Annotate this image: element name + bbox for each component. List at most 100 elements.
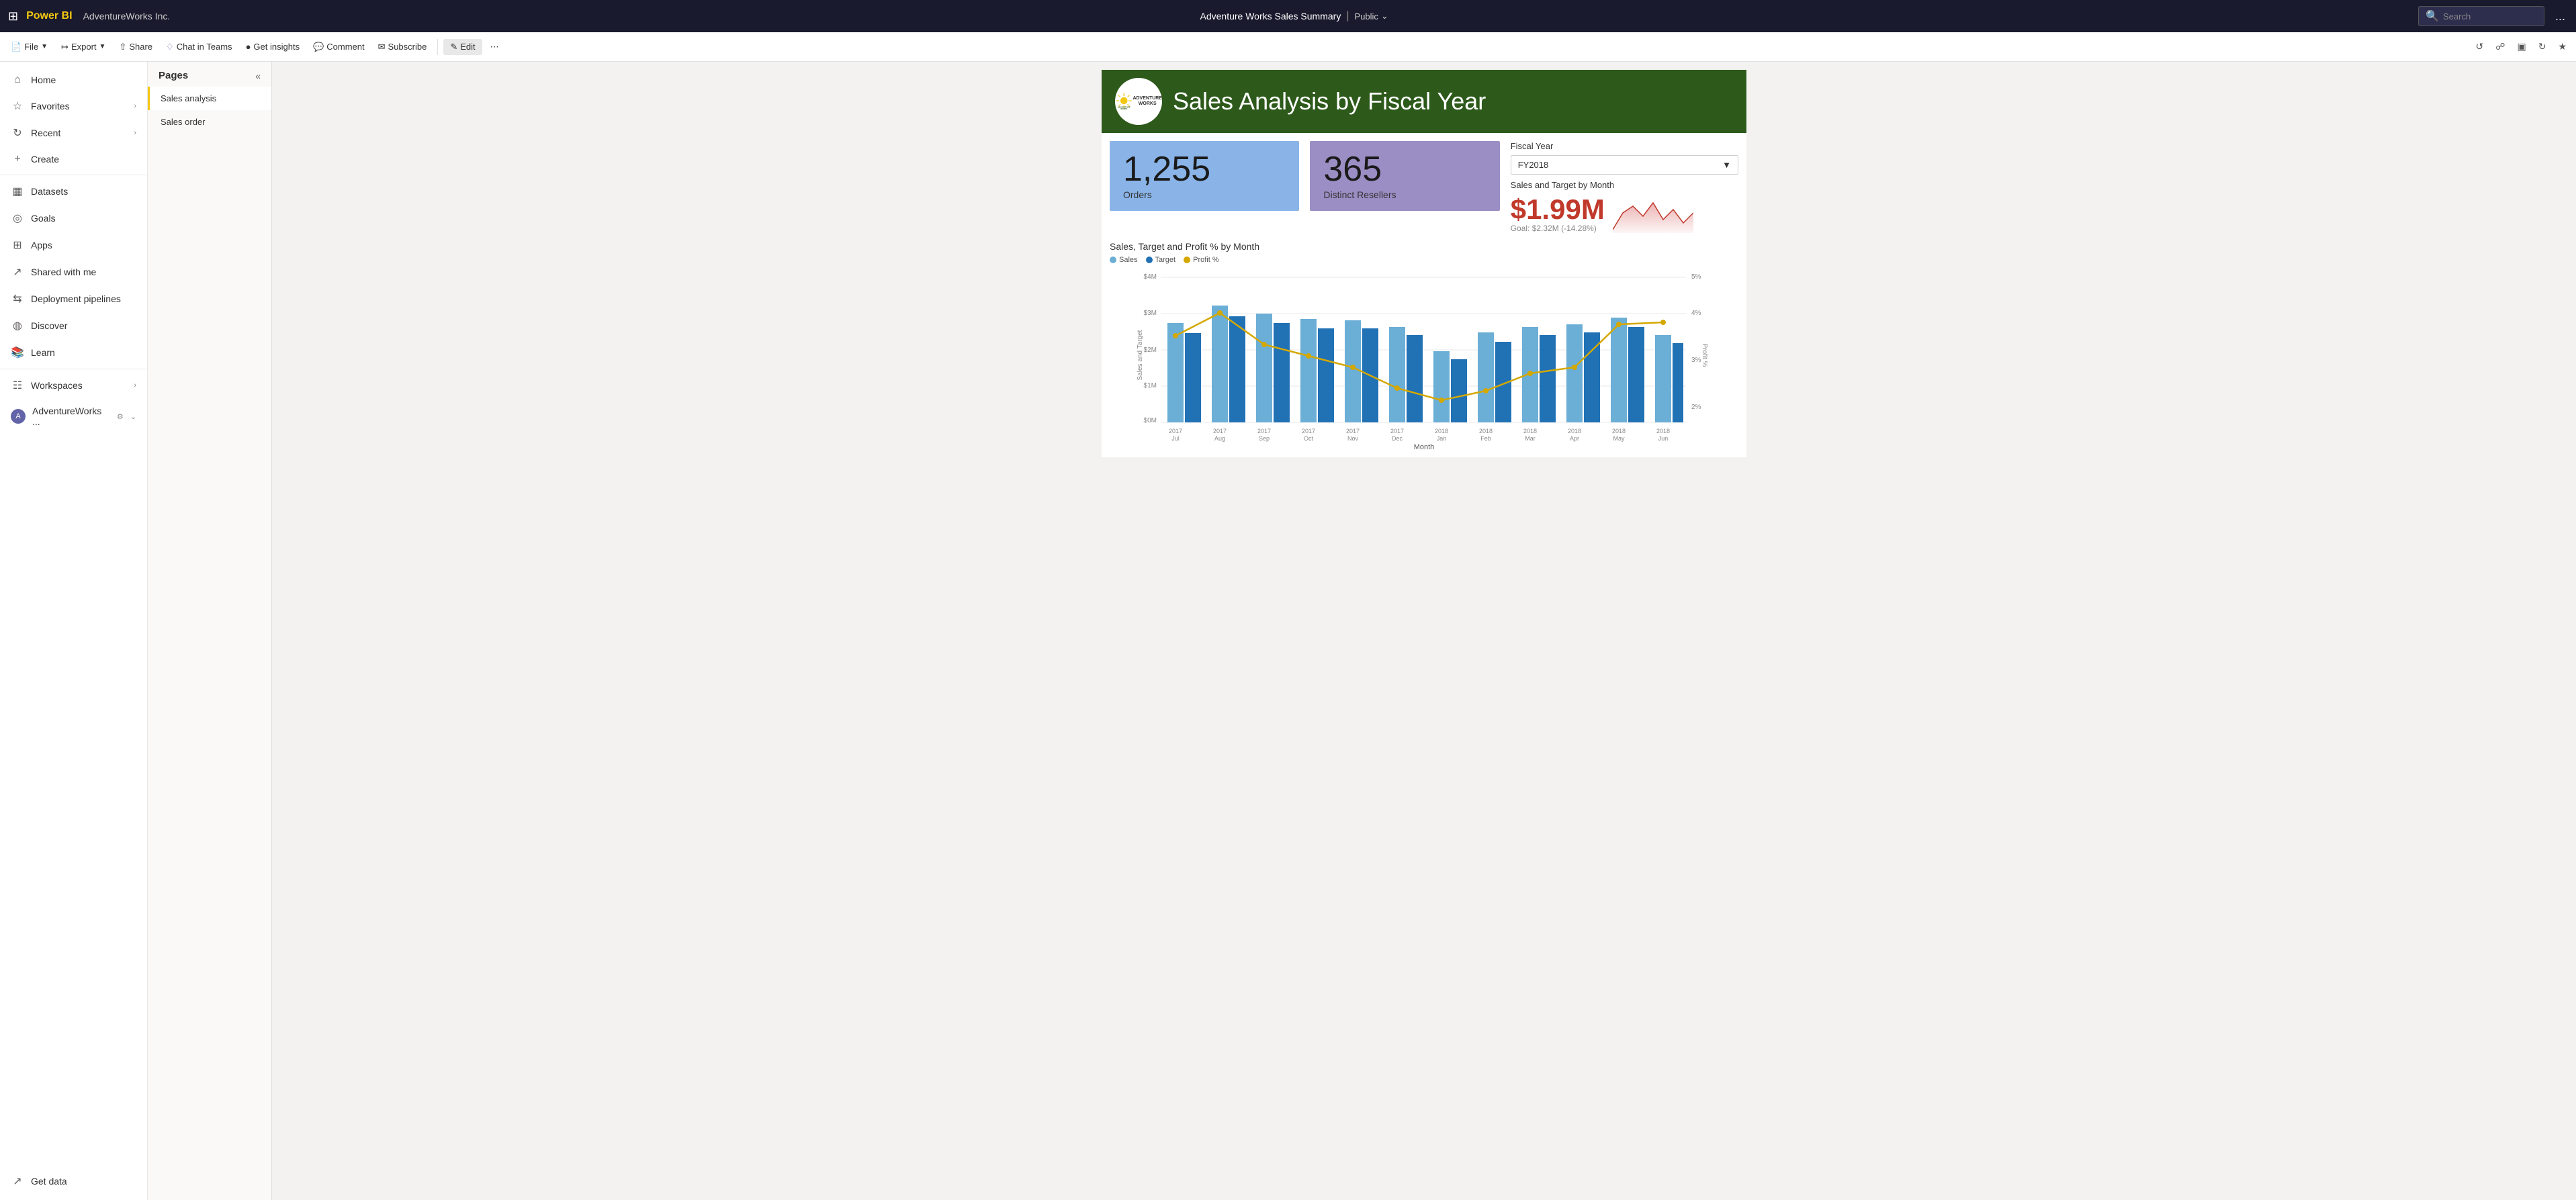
sidebar-item-learn[interactable]: 📚 Learn (0, 339, 147, 366)
sidebar-item-adventureworks[interactable]: A AdventureWorks ... ⚙ ⌄ (0, 399, 147, 434)
fiscal-year-select[interactable]: FY2018 ▼ (1511, 155, 1738, 175)
get-insights-button[interactable]: ● Get insights (240, 39, 306, 54)
chart-legend: Sales Target Profit % (1110, 256, 1738, 264)
bar-target-4 (1318, 328, 1334, 422)
toolbar: 📄 File ▼ ↦ Export ▼ ⇧ Share ♢ Chat in Te… (0, 32, 2576, 62)
export-button[interactable]: ↦ Export ▼ (56, 39, 111, 55)
profit-dot-10 (1572, 365, 1577, 370)
comment-button[interactable]: 💬 Comment (308, 39, 370, 55)
legend-target-dot (1146, 257, 1153, 263)
sidebar-item-label: Datasets (31, 186, 136, 197)
gear-icon: ⚙ (117, 412, 124, 421)
public-badge[interactable]: Public ⌄ (1354, 11, 1388, 21)
insights-icon: ● (246, 42, 251, 52)
get-insights-label: Get insights (253, 42, 300, 52)
bar-target-7 (1451, 359, 1467, 422)
report-canvas: ADVENTURE WORKS ADVENTURE WORKS Sales An… (1102, 70, 1746, 457)
svg-text:2018: 2018 (1612, 428, 1626, 434)
sidebar-item-label: Discover (31, 320, 136, 331)
subscribe-button[interactable]: ✉ Subscribe (373, 39, 433, 55)
bar-target-2 (1229, 316, 1245, 422)
sidebar-item-datasets[interactable]: ▦ Datasets (0, 178, 147, 205)
undo-button[interactable]: ↺ (2472, 38, 2488, 55)
org-name: AdventureWorks Inc. (83, 11, 171, 21)
sidebar-item-recent[interactable]: ↻ Recent › (0, 120, 147, 146)
sidebar-item-deployment[interactable]: ⇆ Deployment pipelines (0, 285, 147, 312)
bar-sales-5 (1345, 320, 1361, 422)
more-options-button[interactable]: ... (2552, 7, 2568, 26)
sidebar-item-goals[interactable]: ◎ Goals (0, 205, 147, 232)
profit-dot-1 (1173, 333, 1178, 338)
profit-dot-3 (1261, 342, 1267, 347)
search-input[interactable] (2443, 11, 2537, 21)
sidebar-item-get-data[interactable]: ↗ Get data (0, 1168, 147, 1195)
bar-sales-12 (1655, 335, 1671, 422)
fiscal-year-panel: Fiscal Year FY2018 ▼ (1511, 141, 1738, 175)
orders-label: Orders (1123, 189, 1286, 200)
svg-text:WORKS: WORKS (1120, 107, 1127, 110)
star-button[interactable]: ★ (2554, 38, 2571, 55)
page-item-sales-analysis[interactable]: Sales analysis (148, 87, 271, 110)
public-label: Public (1354, 11, 1378, 21)
profit-dot-8 (1483, 388, 1489, 394)
main-chart-svg: $4M $3M $2M $1M $0M Sales and Target 5% … (1110, 268, 1738, 449)
chat-in-teams-label: Chat in Teams (177, 42, 232, 52)
svg-text:Aug: Aug (1214, 435, 1225, 442)
orders-value: 1,255 (1123, 152, 1286, 187)
svg-text:Feb: Feb (1480, 435, 1491, 442)
kpi-orders: 1,255 Orders (1110, 141, 1299, 211)
create-icon: + (11, 153, 24, 165)
logo-line2: WORKS (1132, 101, 1162, 107)
fiscal-year-value: FY2018 (1518, 160, 1549, 170)
svg-text:$4M: $4M (1144, 273, 1157, 281)
file-button[interactable]: 📄 File ▼ (5, 39, 53, 55)
toolbar-divider (437, 39, 438, 55)
fit-button[interactable]: ▣ (2513, 38, 2530, 55)
sidebar-item-favorites[interactable]: ☆ Favorites › (0, 93, 147, 120)
chevron-right-icon: › (134, 381, 136, 389)
sidebar-item-label: Workspaces (31, 380, 127, 391)
refresh-button[interactable]: ↻ (2534, 38, 2550, 55)
more-icon: ⋯ (490, 42, 499, 52)
chat-in-teams-button[interactable]: ♢ Chat in Teams (161, 39, 238, 55)
sidebar-item-label: Goals (31, 213, 136, 224)
bar-sales-6 (1389, 327, 1405, 422)
chart-container: $4M $3M $2M $1M $0M Sales and Target 5% … (1110, 268, 1738, 449)
top-bar: ⊞ Power BI AdventureWorks Inc. Adventure… (0, 0, 2576, 32)
share-button[interactable]: ⇧ Share (114, 39, 158, 55)
sidebar-item-label: Deployment pipelines (31, 293, 136, 304)
datasets-icon: ▦ (11, 185, 24, 198)
separator: | (1346, 10, 1349, 22)
chevron-down-icon: ▼ (99, 43, 106, 50)
profit-dot-9 (1527, 371, 1533, 376)
edit-label: Edit (460, 42, 475, 52)
sidebar-item-apps[interactable]: ⊞ Apps (0, 232, 147, 259)
svg-text:Nov: Nov (1347, 435, 1359, 442)
sidebar-item-workspaces[interactable]: ☷ Workspaces › (0, 372, 147, 399)
sidebar-item-shared[interactable]: ↗ Shared with me (0, 259, 147, 285)
svg-text:Profit %: Profit % (1701, 343, 1708, 367)
sidebar-item-discover[interactable]: ◍ Discover (0, 312, 147, 339)
comment-icon: 💬 (313, 42, 324, 52)
sidebar-item-label: Home (31, 75, 136, 85)
sidebar-item-label: AdventureWorks ... (32, 406, 110, 427)
sidebar-item-create[interactable]: + Create (0, 146, 147, 172)
toolbar-more-button[interactable]: ⋯ (485, 39, 504, 55)
bookmark-button[interactable]: ☍ (2491, 38, 2509, 55)
page-item-sales-order[interactable]: Sales order (148, 110, 271, 134)
pages-panel: Pages « Sales analysis Sales order (148, 62, 272, 1200)
svg-text:2018: 2018 (1568, 428, 1581, 434)
waffle-icon[interactable]: ⊞ (8, 9, 18, 24)
svg-text:3%: 3% (1691, 357, 1701, 364)
svg-text:2%: 2% (1691, 404, 1701, 411)
deployment-icon: ⇆ (11, 292, 24, 306)
search-box[interactable]: 🔍 (2418, 6, 2544, 26)
svg-text:2017: 2017 (1169, 428, 1182, 434)
subscribe-label: Subscribe (388, 42, 427, 52)
teams-icon: ♢ (166, 42, 174, 52)
edit-button[interactable]: ✎ Edit (443, 39, 482, 55)
sidebar-item-home[interactable]: ⌂ Home (0, 67, 147, 93)
report-title-main: Sales Analysis by Fiscal Year (1173, 87, 1486, 116)
sidebar-item-label: Get data (31, 1176, 136, 1187)
pages-collapse-button[interactable]: « (255, 71, 261, 81)
